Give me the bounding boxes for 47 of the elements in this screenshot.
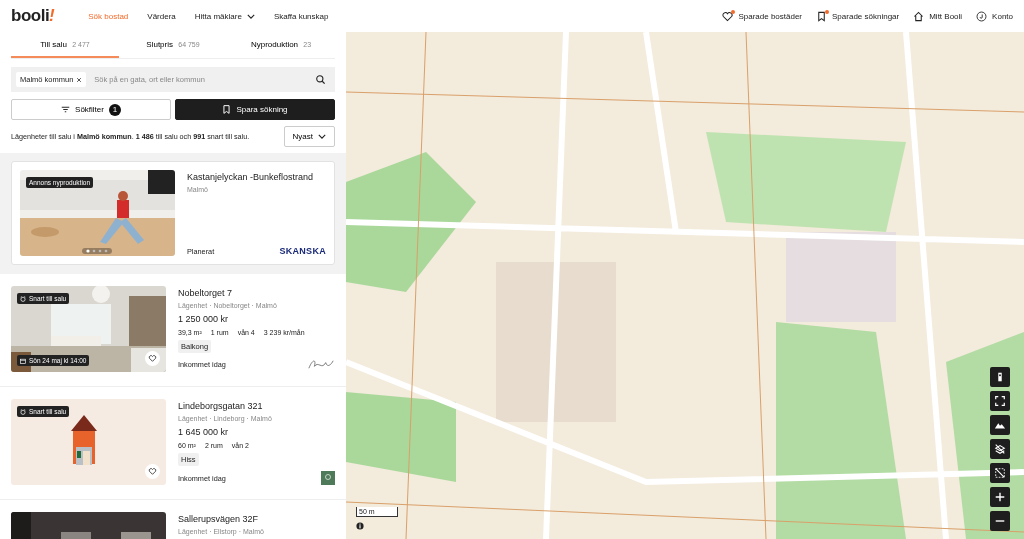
header-link[interactable]: Sparade bostäder — [722, 10, 803, 22]
fullscreen-icon — [994, 395, 1006, 407]
account-icon — [976, 10, 988, 22]
listing-price: 1 250 000 kr — [178, 314, 230, 324]
nav-link[interactable]: Värdera — [147, 11, 176, 21]
info-icon[interactable] — [356, 522, 364, 530]
caret-icon — [318, 134, 326, 139]
bookmark-icon — [816, 10, 828, 22]
header-link[interactable]: Konto — [976, 10, 1013, 22]
map-control-button[interactable] — [990, 463, 1010, 483]
close-icon — [76, 76, 83, 83]
header-link[interactable]: Mitt Booli — [913, 10, 963, 22]
nav-link[interactable]: Hitta mäklare — [194, 11, 255, 21]
header-link[interactable]: Sparade sökningar — [816, 10, 900, 22]
listing-title[interactable]: Nobeltorget 7 — [178, 288, 335, 298]
home-icon — [913, 10, 925, 22]
brand-logo: SKANSKA — [279, 246, 326, 256]
heart-icon — [148, 354, 157, 363]
heart-icon — [148, 467, 157, 476]
save-search-button[interactable]: Spara sökning — [175, 99, 335, 120]
map-control-button[interactable] — [990, 367, 1010, 387]
listing-title[interactable]: Sallerupsvägen 32F — [178, 514, 335, 524]
map-control-button[interactable] — [990, 415, 1010, 435]
plus-icon — [994, 491, 1006, 503]
map-control-button[interactable] — [990, 439, 1010, 459]
listing-title[interactable]: Kastanjelyckan -Bunkeflostrand — [187, 172, 326, 182]
zoom-in-button[interactable] — [990, 487, 1010, 507]
alarm-icon — [20, 408, 26, 415]
carousel-dots-icon — [82, 248, 112, 254]
listing-price: 1 645 000 kr — [178, 427, 230, 437]
bookmark-icon — [222, 105, 232, 114]
booli-logo[interactable]: booli! — [11, 6, 55, 26]
alarm-icon — [20, 295, 26, 302]
map-control-button[interactable] — [990, 391, 1010, 411]
heart-icon — [722, 10, 734, 22]
count-badge: 1 — [108, 103, 121, 116]
search-icon — [315, 74, 326, 85]
sort-dropdown[interactable]: Nyast — [283, 126, 335, 147]
filter-icon — [61, 105, 71, 114]
nav-link[interactable]: Skaffa kunskap — [273, 11, 329, 21]
filter-button[interactable]: Sökfilter 1 — [11, 99, 171, 120]
listing-title[interactable]: Lindeborgsgatan 321 — [178, 401, 335, 411]
agent-logo-icon — [321, 471, 335, 485]
layers-off-icon — [994, 443, 1006, 455]
hide-icon — [994, 467, 1006, 479]
zoom-out-button[interactable] — [990, 511, 1010, 531]
calendar-icon — [20, 357, 26, 364]
